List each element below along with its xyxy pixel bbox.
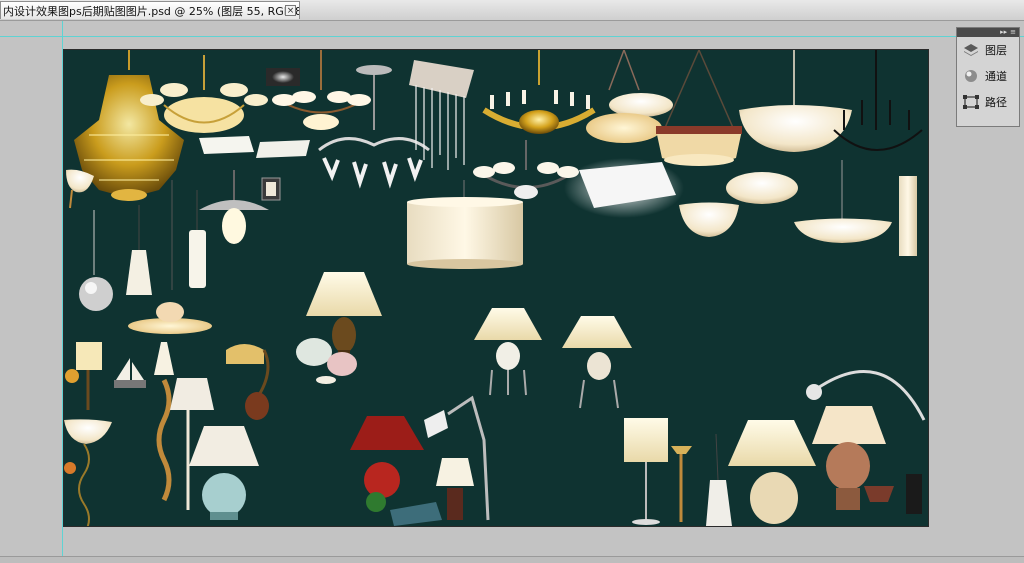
channels-icon xyxy=(965,70,977,82)
document-tab-bar: 内设计效果图ps后期贴图图片.psd @ 25% (图层 55, RGB/8) … xyxy=(0,0,1024,21)
drum-pendant xyxy=(407,180,523,269)
small-wall-lamp xyxy=(65,342,102,410)
document-tab-title: 内设计效果图ps后期贴图图片.psd @ 25% (图层 55, RGB/8) … xyxy=(3,4,299,18)
glass-ball-pendant xyxy=(79,210,113,311)
ceiling-dome-light xyxy=(726,172,798,204)
teal-vase-table-lamp xyxy=(189,426,259,520)
table-lamp-white-1 xyxy=(474,308,542,396)
panel-item-label: 通道 xyxy=(985,70,1007,83)
small-bedside-lamp xyxy=(436,458,474,520)
bowl-ceiling-light xyxy=(679,202,739,237)
panel-header[interactable]: ▸▸ ≡ xyxy=(957,28,1019,37)
books-decor xyxy=(390,502,442,526)
slim-vase-lamp xyxy=(706,433,732,526)
tall-wall-cylinder xyxy=(899,176,917,256)
paths-icon xyxy=(963,95,979,109)
panel-item-label: 图层 xyxy=(985,44,1007,57)
small-bowl-decor xyxy=(864,486,894,502)
guide-vertical[interactable] xyxy=(62,21,63,556)
collapse-icon[interactable]: ▸▸ xyxy=(1000,28,1007,37)
menu-icon[interactable]: ≡ xyxy=(1010,28,1016,37)
crystal-strand-pendant xyxy=(409,60,474,170)
glowing-square-light xyxy=(564,158,684,218)
gold-candle-chandelier xyxy=(482,50,596,134)
document-tab[interactable]: 内设计效果图ps后期贴图图片.psd @ 25% (图层 55, RGB/8) … xyxy=(0,1,300,19)
guide-horizontal[interactable] xyxy=(0,36,1024,37)
document-canvas[interactable] xyxy=(64,50,928,526)
square-ceiling-light xyxy=(266,68,300,86)
cone-pendant xyxy=(199,170,269,244)
large-dish-pendant xyxy=(739,50,852,152)
small-cone-pendant xyxy=(126,205,152,295)
panel-item-label: 路径 xyxy=(985,96,1007,109)
layers-icon xyxy=(964,44,978,56)
panel-item-channels[interactable]: 通道 xyxy=(957,63,1019,89)
sailboat-ornament xyxy=(114,358,146,388)
panel-item-paths[interactable]: 路径 xyxy=(957,89,1019,115)
twisted-floor-lamp xyxy=(154,342,174,502)
lamp-collection-image xyxy=(64,50,926,526)
cylinder-pendant xyxy=(189,190,206,288)
inverted-dish-pendant xyxy=(794,160,892,243)
green-shade-desk-lamp xyxy=(226,344,270,420)
panels-dock: ▸▸ ≡ 图层 通道 路径 xyxy=(956,27,1020,127)
close-icon[interactable]: × xyxy=(285,5,296,16)
ginger-jar-table-lamp xyxy=(728,420,816,524)
lantern-light xyxy=(261,177,281,201)
five-arm-chandelier xyxy=(473,140,579,199)
bowl-wall-light xyxy=(64,419,112,526)
square-shade-floor-lamp xyxy=(624,418,668,525)
red-shade-table-lamp xyxy=(350,416,424,512)
torchiere-floor-lamp xyxy=(671,446,692,522)
black-iron-candle-chandelier xyxy=(833,50,923,151)
white-multi-arm-chandelier xyxy=(272,50,371,130)
table-lamp-white-2 xyxy=(562,316,632,409)
wall-sconce-left xyxy=(66,169,94,209)
panel-item-layers[interactable]: 图层 xyxy=(957,37,1019,63)
